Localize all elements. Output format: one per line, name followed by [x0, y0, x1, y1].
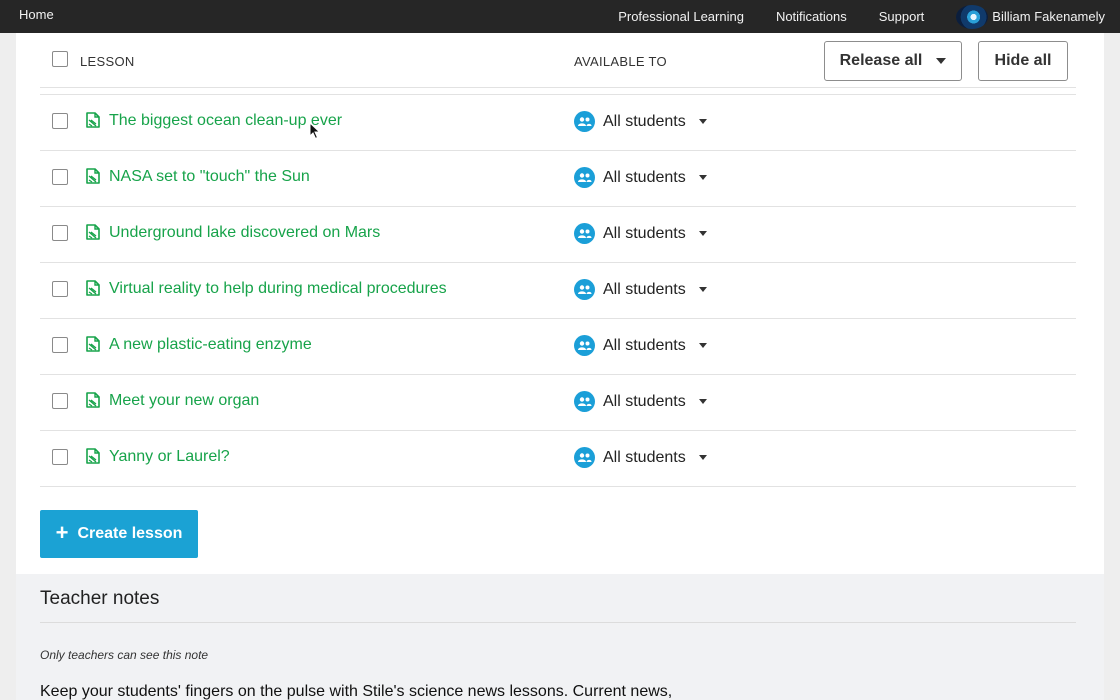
chevron-down-icon: [698, 231, 707, 236]
lesson-title-link[interactable]: The biggest ocean clean-up ever: [109, 112, 342, 130]
row-checkbox[interactable]: [52, 113, 68, 129]
lesson-document-icon: [86, 112, 100, 128]
release-all-label: Release all: [839, 52, 923, 69]
table-row: NASA set to "touch" the Sun All students: [40, 151, 1076, 207]
group-icon: [574, 335, 595, 356]
teacher-notes-visibility-note: Only teachers can see this note: [40, 648, 209, 662]
chevron-down-icon: [698, 455, 707, 460]
row-checkbox[interactable]: [52, 281, 68, 297]
avatar: [956, 4, 989, 29]
available-to-column-header: AVAILABLE TO: [574, 54, 667, 69]
lesson-document-icon: [86, 224, 100, 240]
create-lesson-label: Create lesson: [77, 525, 183, 542]
user-name: Billiam Fakenamely: [992, 9, 1105, 24]
availability-dropdown[interactable]: All students: [574, 223, 707, 244]
create-lesson-button[interactable]: + Create lesson: [40, 510, 198, 558]
availability-label: All students: [603, 392, 686, 410]
table-row: Underground lake discovered on Mars All s…: [40, 207, 1076, 263]
availability-dropdown[interactable]: All students: [574, 391, 707, 412]
group-icon: [574, 391, 595, 412]
availability-dropdown[interactable]: All students: [574, 335, 707, 356]
teacher-notes-title: Teacher notes: [40, 588, 160, 609]
row-checkbox[interactable]: [52, 449, 68, 465]
chevron-down-icon: [698, 399, 707, 404]
row-checkbox[interactable]: [52, 337, 68, 353]
availability-dropdown[interactable]: All students: [574, 279, 707, 300]
availability-label: All students: [603, 168, 686, 186]
lesson-document-icon: [86, 448, 100, 464]
lesson-document-icon: [86, 168, 100, 184]
group-icon: [574, 111, 595, 132]
nav-home-link[interactable]: Home: [19, 7, 54, 22]
availability-label: All students: [603, 224, 686, 242]
availability-label: All students: [603, 336, 686, 354]
teacher-notes-body: Keep your students' fingers on the pulse…: [40, 683, 673, 700]
group-icon: [574, 447, 595, 468]
teacher-notes-section: Teacher notes Only teachers can see this…: [16, 574, 1104, 700]
lesson-title-link[interactable]: Underground lake discovered on Mars: [109, 224, 380, 242]
table-row: Meet your new organ All students: [40, 375, 1076, 431]
chevron-down-icon: [698, 119, 707, 124]
plus-icon: +: [55, 520, 69, 545]
nav-professional-learning-link[interactable]: Professional Learning: [618, 9, 744, 24]
lesson-column-header: LESSON: [80, 54, 135, 69]
lesson-title-link[interactable]: Virtual reality to help during medical p…: [109, 280, 447, 298]
nav-support-link[interactable]: Support: [879, 9, 925, 24]
group-icon: [574, 223, 595, 244]
row-checkbox[interactable]: [52, 169, 68, 185]
availability-label: All students: [603, 280, 686, 298]
chevron-down-icon: [698, 343, 707, 348]
lesson-document-icon: [86, 280, 100, 296]
group-icon: [574, 167, 595, 188]
lesson-list: The biggest ocean clean-up ever All stude…: [40, 94, 1076, 487]
lesson-document-icon: [86, 392, 100, 408]
table-row: A new plastic-eating enzyme All students: [40, 319, 1076, 375]
availability-dropdown[interactable]: All students: [574, 167, 707, 188]
chevron-down-icon: [698, 175, 707, 180]
table-header: LESSON AVAILABLE TO Release all Hide all: [40, 33, 1076, 88]
select-all-checkbox[interactable]: [52, 51, 68, 67]
lesson-title-link[interactable]: Yanny or Laurel?: [109, 448, 230, 466]
nav-notifications-link[interactable]: Notifications: [776, 9, 847, 24]
lesson-title-link[interactable]: A new plastic-eating enzyme: [109, 336, 312, 354]
row-checkbox[interactable]: [52, 225, 68, 241]
divider: [40, 622, 1076, 623]
row-checkbox[interactable]: [52, 393, 68, 409]
nav-links: Professional Learning Notifications Supp…: [618, 0, 1120, 33]
table-row: Yanny or Laurel? All students: [40, 431, 1076, 487]
table-row: The biggest ocean clean-up ever All stude…: [40, 95, 1076, 151]
availability-label: All students: [603, 112, 686, 130]
lesson-document-icon: [86, 336, 100, 352]
availability-dropdown[interactable]: All students: [574, 111, 707, 132]
release-all-button[interactable]: Release all: [824, 41, 962, 81]
chevron-down-icon: [698, 287, 707, 292]
group-icon: [574, 279, 595, 300]
lessons-panel: LESSON AVAILABLE TO Release all Hide all…: [16, 33, 1104, 574]
availability-label: All students: [603, 448, 686, 466]
availability-dropdown[interactable]: All students: [574, 447, 707, 468]
user-menu[interactable]: Billiam Fakenamely: [956, 4, 1105, 29]
table-row: Virtual reality to help during medical p…: [40, 263, 1076, 319]
mouse-cursor-icon: [309, 122, 321, 140]
hide-all-button[interactable]: Hide all: [978, 41, 1068, 81]
chevron-down-icon: [936, 58, 947, 64]
lesson-title-link[interactable]: NASA set to "touch" the Sun: [109, 168, 310, 186]
lesson-title-link[interactable]: Meet your new organ: [109, 392, 259, 410]
top-nav: Home Professional Learning Notifications…: [0, 0, 1120, 33]
